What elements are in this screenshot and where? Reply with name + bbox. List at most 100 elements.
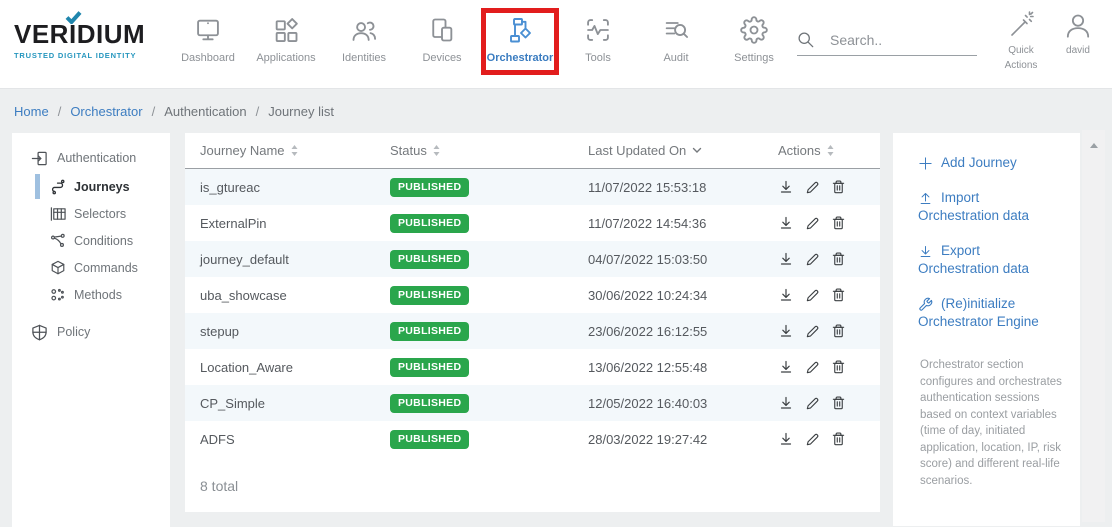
sort-both-icon bbox=[827, 145, 834, 156]
sidebar-item-label: Commands bbox=[74, 261, 138, 275]
main-nav: Dashboard Applications Identities Device… bbox=[169, 0, 793, 75]
column-header-actions[interactable]: Actions bbox=[778, 143, 834, 158]
shield-icon bbox=[31, 324, 48, 341]
sidebar-item-label: Conditions bbox=[74, 234, 133, 248]
plus-icon bbox=[918, 156, 933, 171]
last-updated-cell: 12/05/2022 16:40:03 bbox=[588, 396, 778, 411]
quick-actions-label-line1: Quick bbox=[1008, 43, 1034, 58]
edit-pencil-icon[interactable] bbox=[805, 216, 820, 231]
user-menu[interactable]: david bbox=[1056, 11, 1100, 56]
download-icon[interactable] bbox=[778, 287, 794, 303]
nav-item-identities[interactable]: Identities bbox=[325, 0, 403, 64]
edit-pencil-icon[interactable] bbox=[805, 288, 820, 303]
reinitialize-orchestrator-engine-button[interactable]: (Re)initialize Orchestrator Engine bbox=[918, 295, 1068, 331]
veridium-logo[interactable]: VERIDIUM TRUSTED DIGITAL IDENTITY bbox=[14, 19, 146, 60]
table-row: uba_showcase PUBLISHED 30/06/2022 10:24:… bbox=[185, 277, 880, 313]
status-badge: PUBLISHED bbox=[390, 394, 469, 413]
sidebar-item-journeys[interactable]: Journeys bbox=[12, 173, 170, 200]
delete-trash-icon[interactable] bbox=[831, 287, 846, 303]
scroll-up-arrow-icon[interactable] bbox=[1090, 143, 1098, 148]
logo-wordmark: VERIDIUM bbox=[14, 19, 146, 50]
nav-label: Applications bbox=[256, 52, 315, 64]
upload-icon bbox=[918, 191, 933, 206]
add-journey-button[interactable]: Add Journey bbox=[918, 154, 1068, 172]
quick-actions-label-line2: Actions bbox=[1005, 58, 1038, 73]
nav-label: Orchestrator bbox=[487, 52, 554, 64]
download-icon[interactable] bbox=[778, 323, 794, 339]
journey-name-cell: CP_Simple bbox=[185, 396, 390, 411]
delete-trash-icon[interactable] bbox=[831, 215, 846, 231]
logo-tagline: TRUSTED DIGITAL IDENTITY bbox=[14, 51, 146, 60]
download-icon bbox=[918, 244, 933, 259]
orchestrator-description-text: Orchestrator section configures and orch… bbox=[920, 357, 1070, 489]
nav-label: Settings bbox=[734, 52, 774, 64]
sidebar-item-label: Methods bbox=[74, 288, 122, 302]
download-icon[interactable] bbox=[778, 359, 794, 375]
edit-pencil-icon[interactable] bbox=[805, 432, 820, 447]
edit-pencil-icon[interactable] bbox=[805, 360, 820, 375]
edit-pencil-icon[interactable] bbox=[805, 180, 820, 195]
delete-trash-icon[interactable] bbox=[831, 431, 846, 447]
sidebar-item-conditions[interactable]: Conditions bbox=[12, 227, 170, 254]
journey-table: Journey Name Status Last Updated On Acti… bbox=[185, 133, 880, 512]
import-orchestration-data-button[interactable]: Import Orchestration data bbox=[918, 189, 1068, 225]
nav-item-devices[interactable]: Devices bbox=[403, 0, 481, 64]
route-icon bbox=[50, 179, 66, 195]
journey-name-cell: ExternalPin bbox=[185, 216, 390, 231]
download-icon[interactable] bbox=[778, 251, 794, 267]
delete-trash-icon[interactable] bbox=[831, 359, 846, 375]
nav-item-settings[interactable]: Settings bbox=[715, 0, 793, 64]
vertical-scrollbar[interactable] bbox=[1082, 130, 1105, 522]
edit-pencil-icon[interactable] bbox=[805, 324, 820, 339]
download-icon[interactable] bbox=[778, 215, 794, 231]
sidebar-item-commands[interactable]: Commands bbox=[12, 254, 170, 281]
nav-item-dashboard[interactable]: Dashboard bbox=[169, 0, 247, 64]
download-icon[interactable] bbox=[778, 395, 794, 411]
status-badge: PUBLISHED bbox=[390, 178, 469, 197]
sidebar-item-authentication[interactable]: Authentication bbox=[12, 143, 170, 173]
column-header-last-updated-on[interactable]: Last Updated On bbox=[588, 143, 778, 158]
sidebar-item-methods[interactable]: Methods bbox=[12, 281, 170, 308]
column-header-status[interactable]: Status bbox=[390, 143, 588, 158]
delete-trash-icon[interactable] bbox=[831, 323, 846, 339]
table-row: Location_Aware PUBLISHED 13/06/2022 12:5… bbox=[185, 349, 880, 385]
table-total-count: 8 total bbox=[185, 457, 880, 494]
last-updated-cell: 04/07/2022 15:03:50 bbox=[588, 252, 778, 267]
nav-item-orchestrator[interactable]: Orchestrator bbox=[481, 8, 559, 75]
search-box bbox=[797, 31, 977, 56]
logo-checkmark-icon bbox=[65, 11, 82, 24]
last-updated-cell: 28/03/2022 19:27:42 bbox=[588, 432, 778, 447]
flowchart-icon bbox=[506, 15, 534, 45]
sidebar-item-label: Policy bbox=[57, 325, 90, 339]
sidebar-item-label: Journeys bbox=[74, 180, 130, 194]
breadcrumb-orchestrator[interactable]: Orchestrator bbox=[70, 104, 142, 119]
login-icon bbox=[31, 150, 48, 167]
nav-item-tools[interactable]: Tools bbox=[559, 0, 637, 64]
download-icon[interactable] bbox=[778, 179, 794, 195]
breadcrumb-home[interactable]: Home bbox=[14, 104, 49, 119]
nav-item-audit[interactable]: Audit bbox=[637, 0, 715, 64]
edit-pencil-icon[interactable] bbox=[805, 396, 820, 411]
delete-trash-icon[interactable] bbox=[831, 179, 846, 195]
delete-trash-icon[interactable] bbox=[831, 251, 846, 267]
sidebar-item-policy[interactable]: Policy bbox=[12, 317, 170, 347]
cube-icon bbox=[50, 260, 66, 276]
sidebar-item-selectors[interactable]: Selectors bbox=[12, 200, 170, 227]
download-icon[interactable] bbox=[778, 431, 794, 447]
search-input[interactable] bbox=[830, 32, 965, 48]
sort-both-icon bbox=[291, 145, 298, 156]
export-orchestration-data-button[interactable]: Export Orchestration data bbox=[918, 242, 1068, 278]
dots-icon bbox=[50, 287, 66, 303]
table-row: ExternalPin PUBLISHED 11/07/2022 14:54:3… bbox=[185, 205, 880, 241]
table-row: is_gtureac PUBLISHED 11/07/2022 15:53:18 bbox=[185, 169, 880, 205]
column-header-journey-name[interactable]: Journey Name bbox=[185, 143, 390, 158]
delete-trash-icon[interactable] bbox=[831, 395, 846, 411]
edit-pencil-icon[interactable] bbox=[805, 252, 820, 267]
quick-actions-button[interactable]: Quick Actions bbox=[993, 10, 1049, 73]
status-badge: PUBLISHED bbox=[390, 430, 469, 449]
actions-panel: Add Journey Import Orchestration data Ex… bbox=[893, 133, 1080, 526]
nav-label: Audit bbox=[663, 52, 688, 64]
nav-item-applications[interactable]: Applications bbox=[247, 0, 325, 64]
journey-name-cell: is_gtureac bbox=[185, 180, 390, 195]
journey-name-cell: journey_default bbox=[185, 252, 390, 267]
